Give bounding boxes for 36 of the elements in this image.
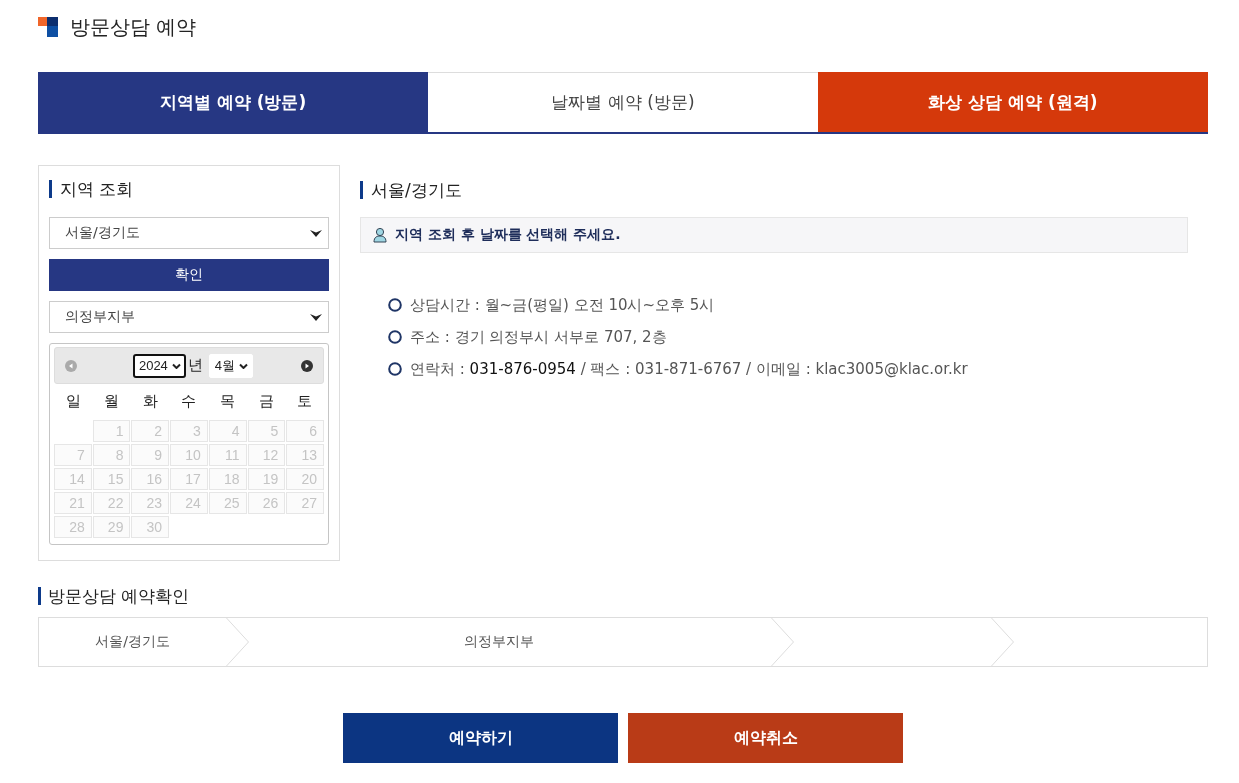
caret-down-icon <box>310 229 322 237</box>
section-heading: 지역 조회 <box>49 180 134 198</box>
info-text: 상담시간 : 월~금(평일) 오전 10시~오후 5시 <box>410 295 715 315</box>
weekday-label: 수 <box>180 391 198 411</box>
weekday-label: 화 <box>141 391 159 411</box>
step-label: 서울/경기도 <box>95 633 170 651</box>
confirm-button[interactable]: 확인 <box>49 259 329 291</box>
weekday-label: 목 <box>219 391 237 411</box>
reserve-button[interactable]: 예약하기 <box>343 713 618 763</box>
chevron-down-icon <box>239 362 249 369</box>
tab[interactable]: 화상 상담 예약 (원격) <box>818 72 1208 132</box>
branch-select[interactable]: 의정부지부 <box>49 301 329 333</box>
caret-down-icon <box>310 313 322 321</box>
notice-text: 지역 조회 후 날짜를 선택해 주세요. <box>395 226 621 244</box>
ring-bullet-icon <box>388 298 402 312</box>
weekday-label: 월 <box>103 391 121 411</box>
region-select[interactable]: 서울/경기도 <box>49 217 329 249</box>
weekday-label: 금 <box>257 391 275 411</box>
section-heading: 서울/경기도 <box>360 181 462 199</box>
person-icon <box>373 227 387 243</box>
cancel-button[interactable]: 예약취소 <box>628 713 903 763</box>
step-label: 의정부지부 <box>463 633 534 651</box>
ring-bullet-icon <box>388 362 402 376</box>
year-label: 년 <box>187 356 203 375</box>
weekday-label: 일 <box>64 391 82 411</box>
ring-bullet-icon <box>388 330 402 344</box>
info-text: 주소 : 경기 의정부시 서부로 707, 2층 <box>410 327 667 347</box>
info-text: 연락처 : 031-876-0954 / 팩스 : 031-871-6767 / 이메일 : klac3005@klac.or.kr <box>410 359 968 379</box>
square-blocks-icon <box>38 17 58 37</box>
chevron-down-icon <box>171 362 181 369</box>
month-select[interactable]: 4월 <box>208 353 254 378</box>
weekday-label: 토 <box>296 391 314 411</box>
year-select[interactable]: 2024 <box>132 353 186 378</box>
tab[interactable]: 지역별 예약 (방문) <box>38 72 428 132</box>
section-heading: 방문상담 예약확인 <box>38 587 190 605</box>
page-title: 방문상담 예약 <box>70 17 197 37</box>
